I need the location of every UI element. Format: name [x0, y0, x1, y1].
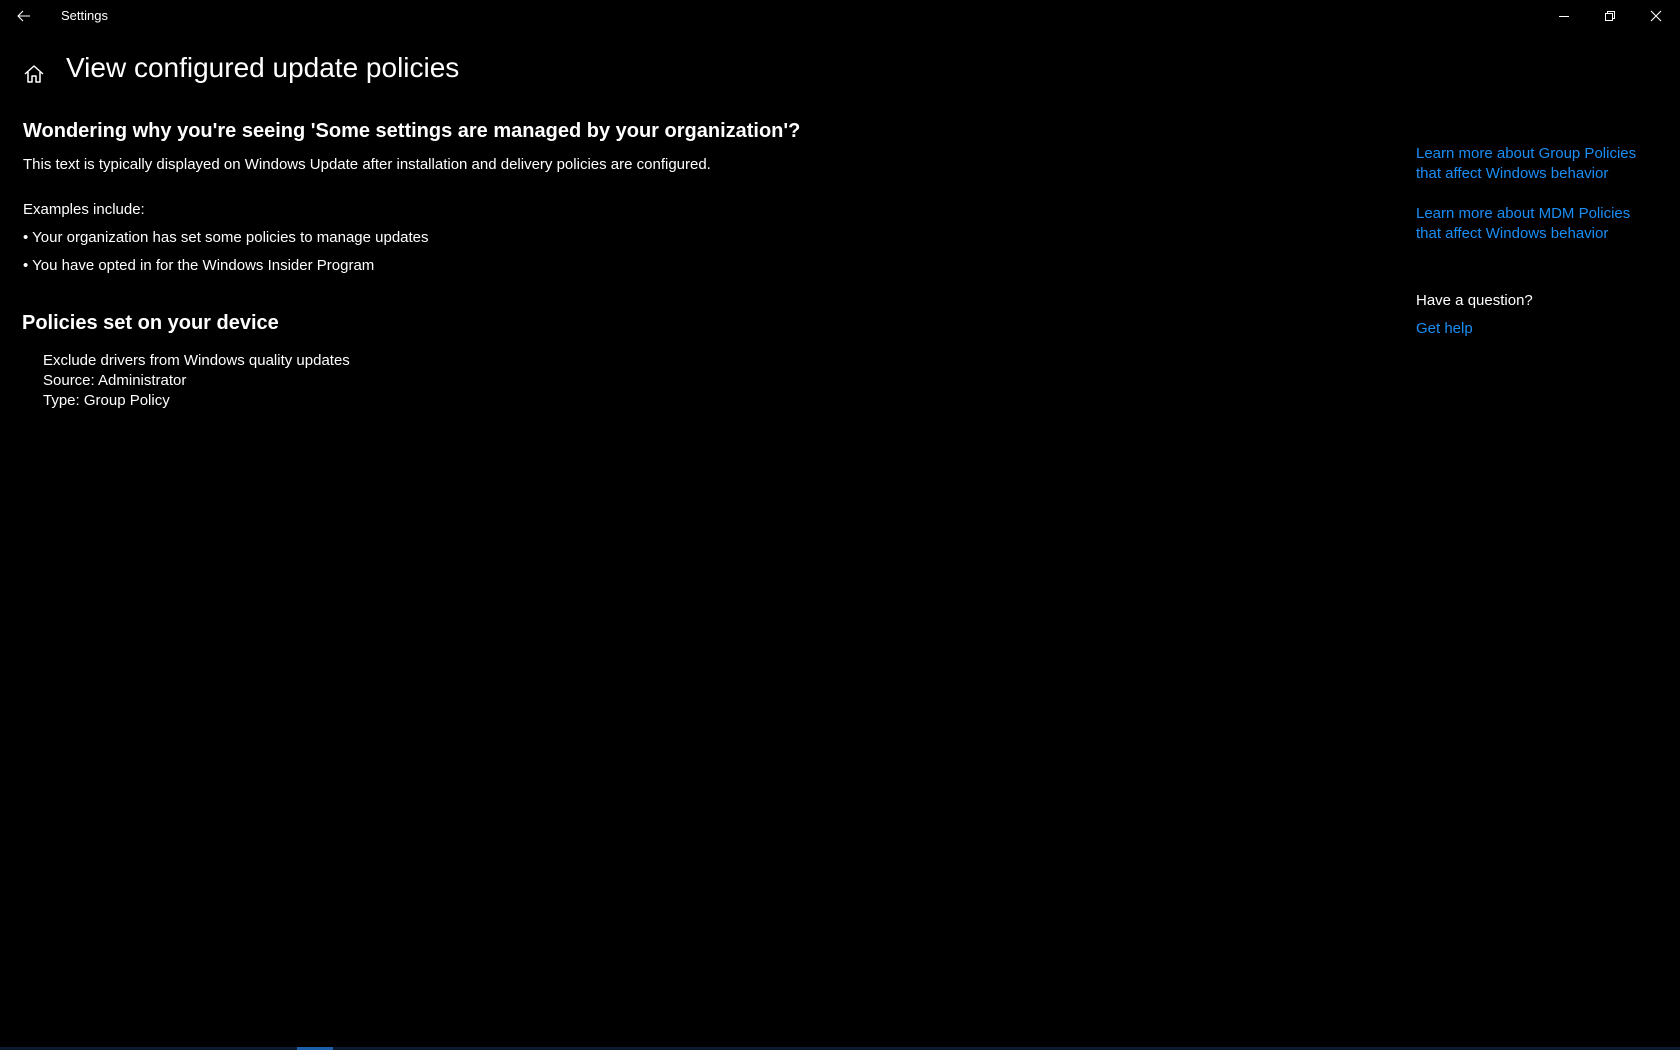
question-heading: Wondering why you're seeing 'Some settin… [23, 120, 801, 142]
get-help-link[interactable]: Get help [1416, 319, 1656, 339]
home-icon [24, 65, 44, 83]
example-item: • You have opted in for the Windows Insi… [23, 257, 375, 274]
policies-heading: Policies set on your device [22, 312, 279, 334]
group-policies-link[interactable]: Learn more about Group Policies that aff… [1416, 144, 1646, 184]
settings-window: Settings View configured update policies… [0, 0, 1680, 1050]
policy-source: Source: Administrator [43, 372, 187, 389]
restore-button[interactable] [1587, 0, 1633, 32]
minimize-icon [1559, 16, 1569, 17]
example-item: • Your organization has set some policie… [23, 229, 429, 246]
policy-name: Exclude drivers from Windows quality upd… [43, 352, 350, 369]
have-question-label: Have a question? [1416, 292, 1533, 309]
close-button[interactable] [1633, 0, 1679, 32]
minimize-button[interactable] [1541, 0, 1587, 32]
policy-entry: Exclude drivers from Windows quality upd… [43, 351, 1323, 411]
intro-text: This text is typically displayed on Wind… [23, 156, 711, 173]
back-button[interactable] [0, 0, 48, 32]
policy-type: Type: Group Policy [43, 392, 170, 409]
close-icon [1650, 10, 1662, 22]
home-button[interactable] [20, 60, 48, 88]
examples-label: Examples include: [23, 201, 145, 218]
related-links-panel: Learn more about Group Policies that aff… [1416, 144, 1656, 339]
back-arrow-icon [17, 10, 30, 22]
window-title: Settings [61, 8, 108, 23]
restore-icon [1605, 11, 1615, 21]
main-content: Wondering why you're seeing 'Some settin… [22, 118, 1323, 411]
title-bar: Settings [0, 0, 1680, 32]
page-title: View configured update policies [66, 52, 460, 83]
mdm-policies-link[interactable]: Learn more about MDM Policies that affec… [1416, 204, 1646, 244]
